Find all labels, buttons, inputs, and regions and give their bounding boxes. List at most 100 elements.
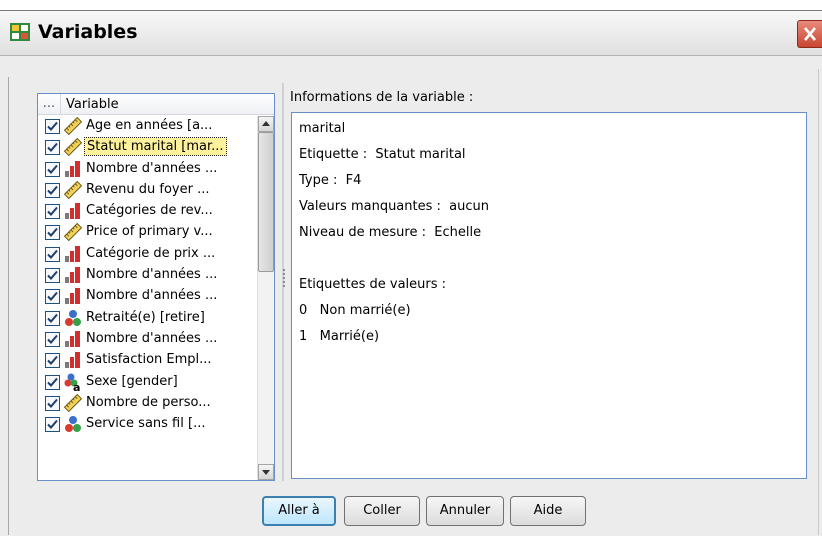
- checkmark-icon: [47, 292, 58, 302]
- variable-checkbox[interactable]: [45, 225, 60, 241]
- column-header-options[interactable]: ...: [38, 94, 61, 114]
- checkmark-icon: [47, 143, 58, 153]
- info-variable-name: marital: [299, 121, 346, 136]
- info-measure-level: Niveau de mesure : Echelle: [299, 225, 482, 240]
- variable-row[interactable]: a Sexe [gender]: [38, 372, 258, 394]
- variable-label: Statut marital [mar...: [84, 137, 227, 157]
- ordinal-bar-icon: [64, 287, 82, 305]
- scroll-down-button[interactable]: [258, 464, 274, 480]
- variable-row[interactable]: Catégories de rev...: [38, 201, 258, 222]
- variable-info-box: marital Etiquette : Statut marital Type …: [291, 112, 807, 479]
- variable-label: Sexe [gender]: [86, 373, 178, 389]
- variable-checkbox[interactable]: [45, 161, 60, 177]
- info-type: Type : F4: [299, 173, 362, 188]
- variable-rows: Age en années [a... Statut marital [mar..…: [38, 116, 258, 435]
- scale-ruler-icon: [63, 223, 83, 242]
- variable-row[interactable]: Service sans fil [...: [38, 414, 258, 435]
- checkmark-icon: [47, 121, 58, 131]
- close-icon: [804, 27, 816, 41]
- scroll-up-button[interactable]: [258, 116, 274, 132]
- variable-checkbox[interactable]: [45, 310, 60, 326]
- checkmark-icon: [47, 313, 58, 323]
- checkmark-icon: [47, 207, 58, 217]
- variable-checkbox[interactable]: [45, 182, 60, 198]
- variable-checkbox[interactable]: [45, 417, 60, 433]
- variable-checkbox[interactable]: [45, 268, 60, 284]
- scroll-thumb[interactable]: [258, 132, 274, 272]
- variable-label: Satisfaction Empl...: [86, 352, 212, 368]
- info-label: Etiquette : Statut marital: [299, 147, 466, 162]
- checkmark-icon: [47, 334, 58, 344]
- variable-checkbox[interactable]: [45, 353, 60, 369]
- ordinal-bar-icon: [64, 160, 82, 178]
- variable-label: Age en années [a...: [86, 118, 213, 133]
- variable-label: Revenu du foyer ...: [86, 181, 210, 197]
- ordinal-bar-icon: [64, 266, 82, 284]
- frame-divider: [818, 69, 819, 535]
- variable-row[interactable]: Nombre d'années ...: [38, 286, 258, 307]
- scale-ruler-icon: [63, 116, 83, 136]
- scale-ruler-icon: [63, 180, 83, 200]
- variable-label: Catégories de rev...: [86, 203, 213, 219]
- variable-list[interactable]: ... Variable Age en années [a... Statut m…: [37, 93, 275, 481]
- variable-checkbox[interactable]: [45, 140, 60, 156]
- variable-row[interactable]: Price of primary v...: [38, 222, 258, 243]
- close-button[interactable]: [797, 20, 822, 48]
- variable-row[interactable]: Retraité(e) [retire]: [38, 308, 258, 329]
- help-button[interactable]: Aide: [510, 496, 586, 526]
- checkmark-icon: [47, 249, 58, 259]
- variables-dialog: Variables ... Variable Age en années [a.…: [0, 10, 822, 536]
- ordinal-bar-icon: [64, 202, 82, 220]
- info-value-label: 1 Marrié(e): [299, 329, 380, 344]
- splitter-grip[interactable]: [283, 269, 287, 287]
- info-value-label: 0 Non marrié(e): [299, 303, 411, 318]
- variable-checkbox[interactable]: [45, 331, 60, 347]
- window-title: Variables: [38, 21, 138, 43]
- goto-button[interactable]: Aller à: [262, 496, 336, 526]
- info-value-labels-heading: Etiquettes de valeurs :: [299, 277, 447, 292]
- nominal-circles-icon: [64, 309, 82, 327]
- variable-checkbox[interactable]: [45, 246, 60, 262]
- nominal-string-icon: a: [64, 373, 82, 394]
- data-grid-icon: [10, 23, 30, 41]
- column-header-variable[interactable]: Variable: [66, 95, 119, 115]
- variable-row[interactable]: Nombre d'années ...: [38, 329, 258, 350]
- variable-label: Retraité(e) [retire]: [86, 309, 205, 325]
- variable-row[interactable]: Catégorie de prix ...: [38, 244, 258, 265]
- nominal-circles-icon: [64, 415, 82, 433]
- title-bar[interactable]: Variables: [0, 11, 822, 56]
- variable-row[interactable]: Satisfaction Empl...: [38, 350, 258, 371]
- variable-label: Nombre d'années ...: [86, 267, 218, 283]
- vertical-scrollbar[interactable]: [257, 116, 274, 480]
- svg-text:a: a: [73, 381, 80, 391]
- variable-row[interactable]: Nombre d'années ...: [38, 159, 258, 180]
- variable-checkbox[interactable]: [45, 119, 60, 134]
- variable-label: Price of primary v...: [86, 224, 213, 240]
- scale-ruler-icon: [63, 138, 83, 157]
- paste-button[interactable]: Coller: [344, 496, 420, 526]
- checkmark-icon: [47, 377, 58, 387]
- cancel-button[interactable]: Annuler: [426, 496, 504, 526]
- list-header: ... Variable: [38, 94, 274, 115]
- checkmark-icon: [47, 228, 58, 238]
- variable-checkbox[interactable]: [45, 395, 60, 411]
- variable-label: Nombre de perso...: [86, 394, 211, 410]
- variable-row[interactable]: Nombre d'années ...: [38, 265, 258, 286]
- ordinal-bar-icon: [64, 351, 82, 369]
- info-missing-values: Valeurs manquantes : aucun: [299, 199, 489, 214]
- variable-checkbox[interactable]: [45, 204, 60, 220]
- variable-label: Service sans fil [...: [86, 416, 206, 432]
- checkmark-icon: [47, 270, 58, 281]
- variable-row[interactable]: Statut marital [mar...: [38, 137, 258, 158]
- variable-row[interactable]: Revenu du foyer ...: [38, 180, 258, 201]
- arrow-down-icon: [262, 470, 270, 475]
- ordinal-bar-icon: [64, 330, 82, 348]
- variable-checkbox[interactable]: [45, 289, 60, 305]
- variable-label: Nombre d'années ...: [86, 288, 218, 304]
- arrow-up-icon: [262, 121, 270, 126]
- variable-checkbox[interactable]: [45, 374, 60, 390]
- variable-row[interactable]: Age en années [a...: [38, 116, 258, 137]
- ordinal-bar-icon: [64, 245, 82, 263]
- variable-row[interactable]: Nombre de perso...: [38, 393, 258, 414]
- info-panel-title: Informations de la variable :: [290, 90, 474, 105]
